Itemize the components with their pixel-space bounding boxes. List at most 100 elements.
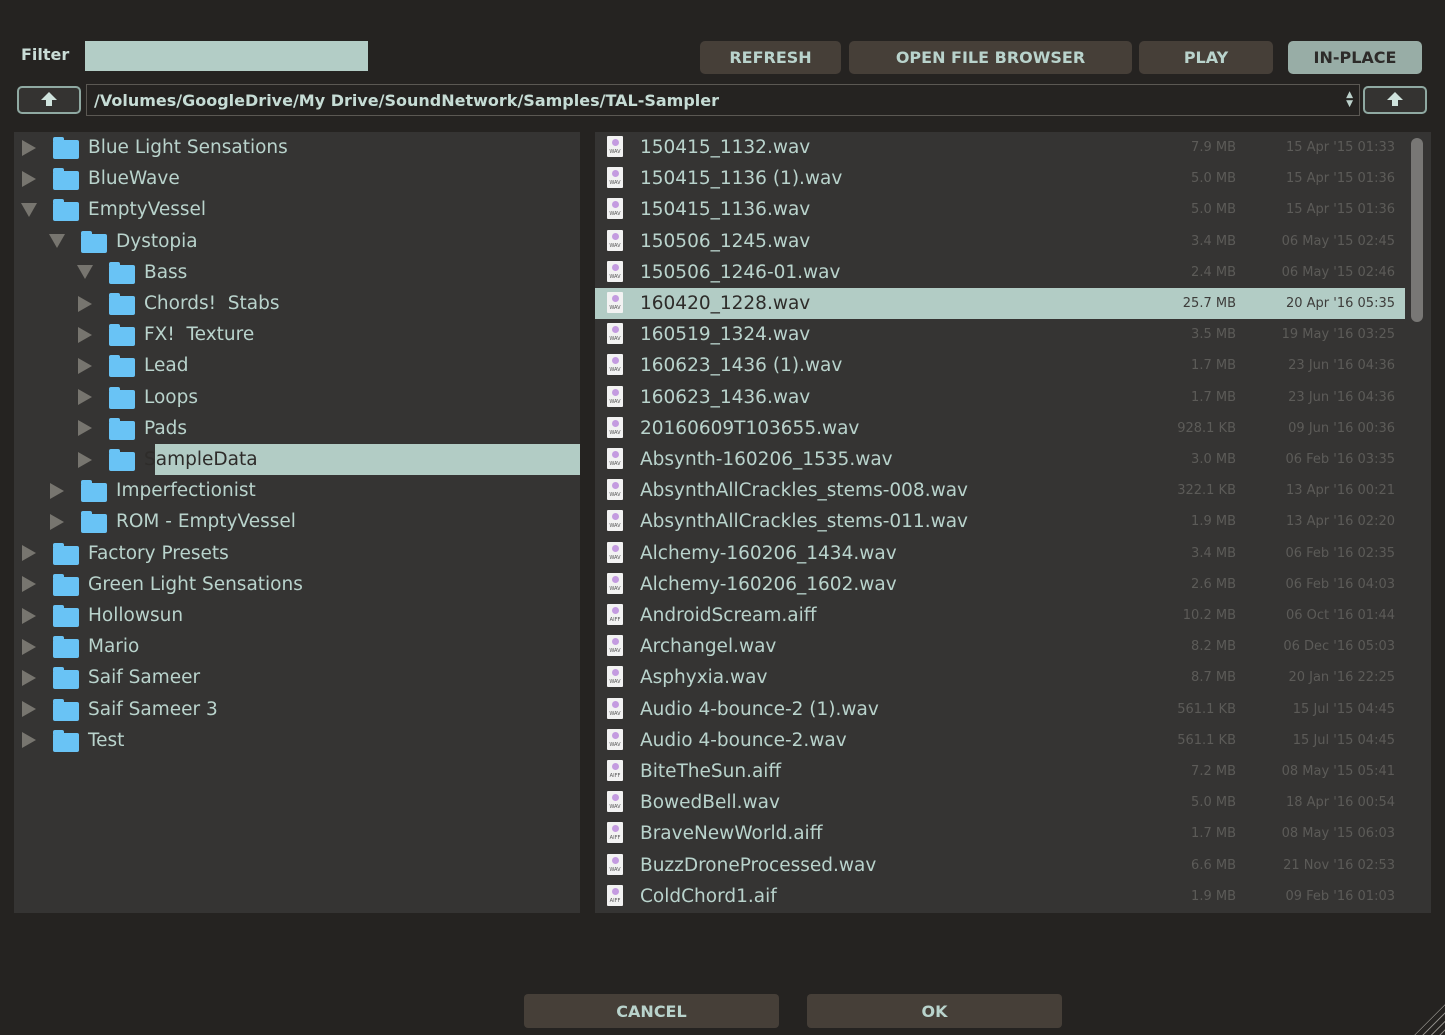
disclosure-right-icon[interactable] [22,607,36,624]
refresh-button[interactable]: REFRESH [700,41,841,74]
tree-item-label: Loops [144,386,199,408]
disclosure-right-icon[interactable] [50,513,64,530]
disclosure-right-icon[interactable] [22,732,36,749]
file-name: BraveNewWorld.aiff [640,823,823,845]
file-row[interactable]: WAV Alchemy-160206_1434.wav 3.4 MB 06 Feb '… [595,538,1431,569]
tree-item-label: Chords! Stabs [144,293,280,314]
disclosure-right-icon[interactable] [22,139,36,156]
file-list[interactable]: WAV 150415_1132.wav 7.9 MB 15 Apr '15 01:33… [595,132,1431,913]
file-row[interactable]: WAV 160519_1324.wav 3.5 MB 19 May '16 03:25 [595,319,1431,350]
file-row[interactable]: WAV 150506_1245.wav 3.4 MB 06 May '15 02:45 [595,226,1431,257]
go-up-button[interactable] [1363,86,1427,114]
file-row[interactable]: WAV 160623_1436 (1).wav 1.7 MB 23 Jun '16 0… [595,350,1431,381]
audio-file-icon: WAV [607,385,623,407]
resize-grip[interactable] [1409,999,1445,1035]
file-row[interactable]: AIFF BiteTheSun.aiff 7.2 MB 08 May '15 05:4… [595,756,1431,787]
tree-item[interactable]: BlueWave [14,163,580,194]
tree-item[interactable]: Green Light Sensations [14,569,580,600]
tree-item[interactable]: Mario [14,631,580,662]
file-row[interactable]: WAV Archangel.wav 8.2 MB 06 Dec '16 05:03 [595,631,1431,662]
file-row[interactable]: AIFF ColdChord1.aif 1.9 MB 09 Feb '16 01:03 [595,881,1431,912]
file-row[interactable]: AIFF AndroidScream.aiff 10.2 MB 06 Oct '16 … [595,600,1431,631]
file-row[interactable]: WAV Audio 4-bounce-2.wav 561.1 KB 15 Jul '1… [595,725,1431,756]
file-row[interactable]: WAV AbsynthAllCrackles_stems-011.wav 1.9 M… [595,506,1431,537]
file-size: 2.6 MB [1191,576,1236,592]
file-row[interactable]: WAV Absynth-160206_1535.wav 3.0 MB 06 Feb '… [595,444,1431,475]
tree-item[interactable]: Saif Sameer 3 [14,694,580,725]
in-place-button[interactable]: IN-PLACE [1288,41,1422,74]
disclosure-down-icon[interactable] [49,234,65,249]
file-name: ColdChord1.aif [640,885,777,907]
file-date: 13 Apr '16 02:20 [1285,514,1395,530]
tree-item-label: SampleData [144,449,258,470]
folder-tree[interactable]: Blue Light Sensations BlueWave EmptyVessel… [14,132,580,913]
disclosure-right-icon[interactable] [78,295,92,312]
file-date: 06 May '15 02:45 [1281,233,1395,249]
tree-item-label: FX! Texture [144,324,255,346]
file-size: 6.6 MB [1191,857,1236,873]
tree-item[interactable]: Loops [14,382,580,413]
tree-item[interactable]: ROM - EmptyVessel [14,506,580,537]
file-row[interactable]: WAV Alchemy-160206_1602.wav 2.6 MB 06 Feb '… [595,569,1431,600]
tree-item[interactable]: Bass [14,257,580,288]
file-row[interactable]: WAV BuzzDroneProcessed.wav 6.6 MB 21 Nov '1… [595,850,1431,881]
disclosure-right-icon[interactable] [78,357,92,374]
filter-label: Filter [21,45,70,64]
tree-item[interactable]: Hollowsun [14,600,580,631]
tree-item[interactable]: SampleData [14,444,580,475]
file-name: BowedBell.wav [640,792,780,814]
disclosure-right-icon[interactable] [78,389,92,406]
file-row[interactable]: WAV 150415_1136 (1).wav 5.0 MB 15 Apr '15 0… [595,163,1431,194]
file-row[interactable]: WAV 160623_1436.wav 1.7 MB 23 Jun '16 04:36 [595,382,1431,413]
file-size: 1.9 MB [1191,888,1236,904]
file-row[interactable]: WAV Asphyxia.wav 8.7 MB 20 Jan '16 22:25 [595,662,1431,693]
play-button[interactable]: PLAY [1139,41,1273,74]
tree-item[interactable]: EmptyVessel [14,194,580,225]
open-file-browser-button[interactable]: OPEN FILE BROWSER [849,41,1132,74]
disclosure-down-icon[interactable] [77,265,93,280]
file-row[interactable]: WAV BowedBell.wav 5.0 MB 18 Apr '16 00:54 [595,787,1431,818]
parent-folder-button[interactable] [17,86,81,114]
file-row[interactable]: AIFF BraveNewWorld.aiff 1.7 MB 08 May '15 0… [595,818,1431,849]
tree-item[interactable]: Imperfectionist [14,475,580,506]
disclosure-down-icon[interactable] [21,202,37,217]
disclosure-right-icon[interactable] [78,420,92,437]
tree-item[interactable]: Blue Light Sensations [14,132,580,163]
file-row[interactable]: WAV 20160609T103655.wav 928.1 KB 09 Jun '16… [595,413,1431,444]
audio-file-icon: WAV [607,635,623,657]
arrow-up-icon [1387,92,1403,106]
tree-item[interactable]: Saif Sameer [14,662,580,693]
file-row[interactable]: WAV AbsynthAllCrackles_stems-008.wav 322.1… [595,475,1431,506]
path-select[interactable]: /Volumes/GoogleDrive/My Drive/SoundNetwo… [86,84,1360,116]
disclosure-right-icon[interactable] [78,326,92,343]
tree-item-label: Bass [144,261,188,283]
tree-item[interactable]: Pads [14,413,580,444]
cancel-button[interactable]: CANCEL [524,994,779,1028]
disclosure-right-icon[interactable] [22,669,36,686]
tree-item[interactable]: Test [14,725,580,756]
tree-item[interactable]: Factory Presets [14,538,580,569]
disclosure-right-icon[interactable] [50,482,64,499]
disclosure-right-icon[interactable] [22,576,36,593]
tree-item[interactable]: Lead [14,350,580,381]
ok-button[interactable]: OK [807,994,1062,1028]
disclosure-right-icon[interactable] [22,701,36,718]
tree-item[interactable]: FX! Texture [14,319,580,350]
file-row[interactable]: WAV 150506_1246-01.wav 2.4 MB 06 May '15 02… [595,257,1431,288]
tree-item-label: Saif Sameer 3 [88,698,218,720]
file-row[interactable]: WAV 150415_1136.wav 5.0 MB 15 Apr '15 01:36 [595,194,1431,225]
audio-file-icon: WAV [607,853,623,875]
disclosure-right-icon[interactable] [78,451,92,468]
disclosure-right-icon[interactable] [22,170,36,187]
file-name: BuzzDroneProcessed.wav [640,854,877,876]
disclosure-right-icon[interactable] [22,638,36,655]
file-row[interactable]: WAV 150415_1132.wav 7.9 MB 15 Apr '15 01:33 [595,132,1431,163]
tree-item[interactable]: Dystopia [14,226,580,257]
filter-input[interactable] [85,41,368,71]
file-row[interactable]: WAV 160420_1228.wav 25.7 MB 20 Apr '16 05:3… [595,288,1405,319]
disclosure-right-icon[interactable] [22,545,36,562]
folder-icon [81,511,107,534]
tree-item[interactable]: Chords! Stabs [14,288,580,319]
audio-file-icon: WAV [607,479,623,501]
file-row[interactable]: WAV Audio 4-bounce-2 (1).wav 561.1 KB 15 Ju… [595,694,1431,725]
